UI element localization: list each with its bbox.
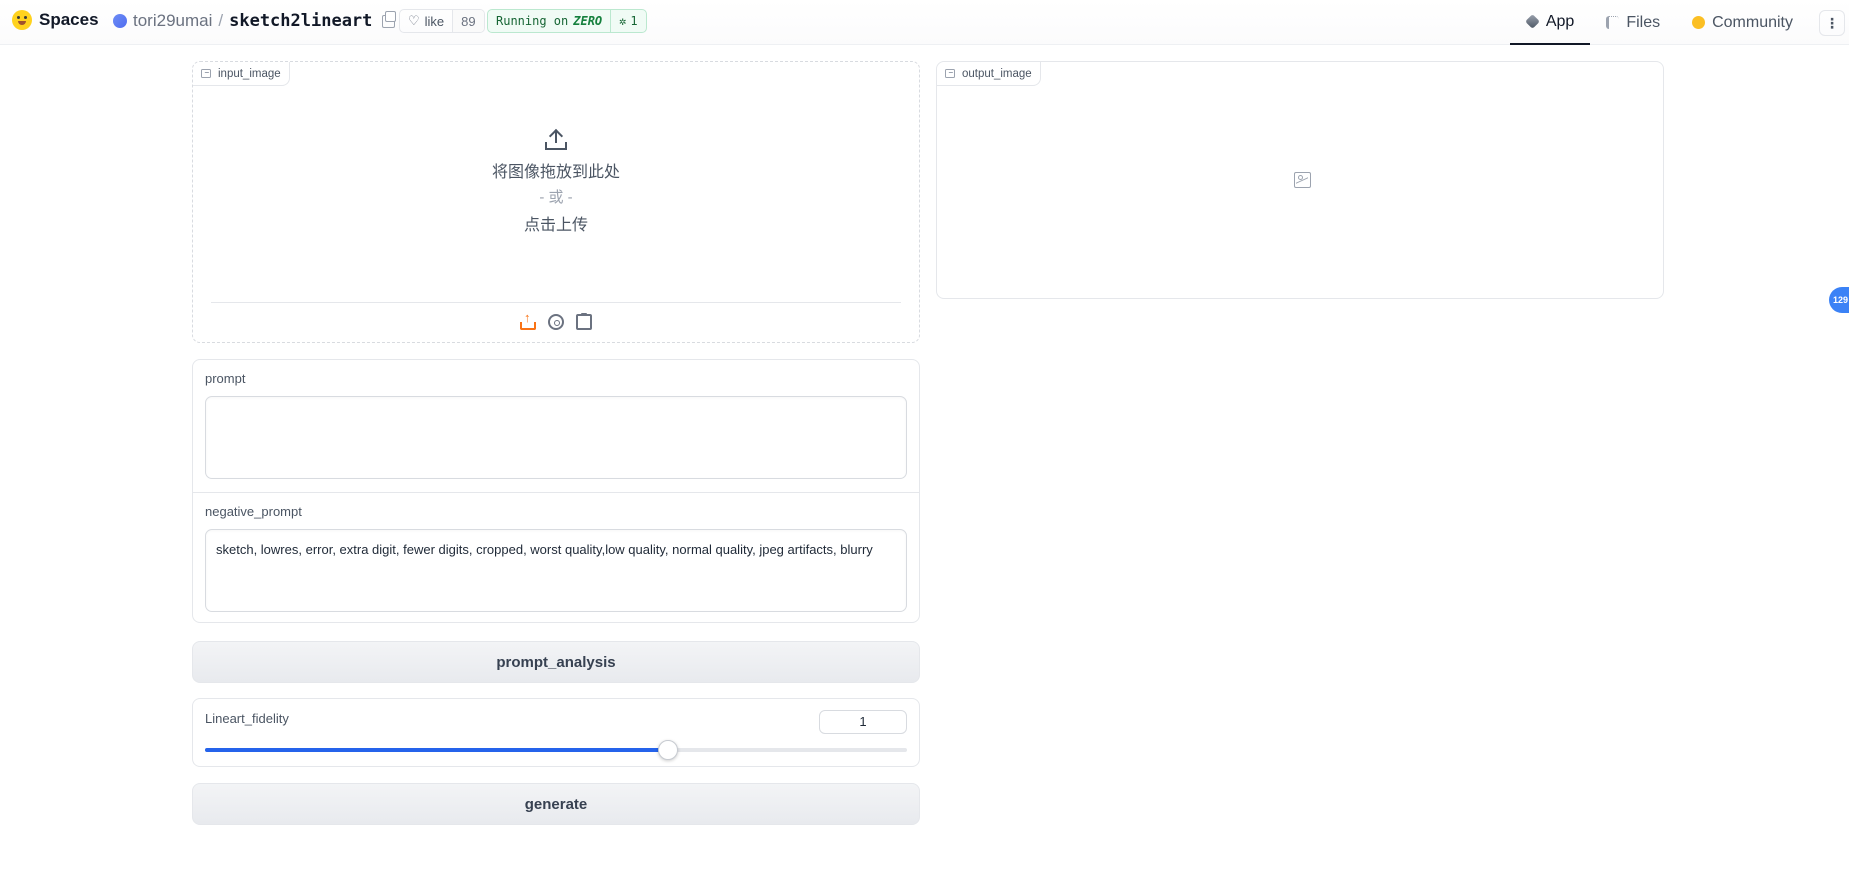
tab-app[interactable]: App xyxy=(1509,0,1591,45)
clipboard-source-icon[interactable] xyxy=(576,312,592,330)
tab-community[interactable]: Community xyxy=(1676,0,1809,45)
prompt-field: prompt xyxy=(205,371,907,479)
image-source-selector xyxy=(211,302,901,340)
slider-label: Lineart_fidelity xyxy=(205,711,289,726)
like-count[interactable]: 89 xyxy=(452,10,484,32)
field-divider xyxy=(193,492,919,493)
prompt-label: prompt xyxy=(205,371,246,386)
drop-instruction: 将图像拖放到此处 xyxy=(491,164,620,181)
lineart-fidelity-slider-block: Lineart_fidelity 1 xyxy=(192,698,920,767)
breadcrumb: tori29umai / sketch2lineart xyxy=(113,10,397,31)
tab-app-label: App xyxy=(1545,12,1575,30)
copy-icon[interactable] xyxy=(382,10,397,28)
negative-prompt-label: negative_prompt xyxy=(205,504,302,519)
running-hardware: ZERO xyxy=(573,14,603,28)
upload-icon xyxy=(545,128,567,150)
slider-thumb[interactable] xyxy=(658,740,679,760)
input-image-label: input_image xyxy=(218,67,281,80)
tab-files-label: Files xyxy=(1626,13,1661,31)
negative-prompt-textarea[interactable]: sketch, lowres, error, extra digit, fewe… xyxy=(205,529,907,612)
kebab-menu-icon: ⋮ xyxy=(1825,14,1839,31)
prompt-textarea[interactable] xyxy=(205,396,907,479)
side-notification-badge[interactable]: 129 xyxy=(1829,287,1849,313)
output-image-panel: output_image xyxy=(936,61,1664,299)
slider-number-input[interactable]: 1 xyxy=(819,710,907,734)
slider-track[interactable] xyxy=(205,740,907,760)
tab-files[interactable]: Files xyxy=(1590,0,1676,45)
webcam-source-icon[interactable] xyxy=(548,313,564,330)
like-label: like xyxy=(424,13,445,29)
slider-track-fill xyxy=(205,748,669,752)
huggingface-logo-icon xyxy=(12,10,32,30)
zero-gpu-icon: ✲ xyxy=(619,14,627,28)
owner-link[interactable]: tori29umai xyxy=(133,11,212,31)
upload-area[interactable]: 将图像拖放到此处 - 或 - 点击上传 xyxy=(193,102,919,235)
owner-avatar[interactable] xyxy=(113,14,127,28)
files-icon xyxy=(1606,16,1620,29)
top-bar: Spaces tori29umai / sketch2lineart ♡ lik… xyxy=(0,0,1849,45)
space-nav: App Files Community xyxy=(1509,0,1809,45)
output-image-label: output_image xyxy=(962,67,1032,80)
generate-button[interactable]: generate xyxy=(192,783,920,825)
image-icon xyxy=(201,69,211,78)
input-image-label-tag: input_image xyxy=(193,62,290,86)
tab-community-label: Community xyxy=(1712,13,1793,31)
empty-image-placeholder-icon xyxy=(1294,172,1311,188)
brand-label: Spaces xyxy=(39,10,99,29)
like-widget: ♡ like 89 xyxy=(399,9,485,33)
breadcrumb-separator: / xyxy=(218,11,224,30)
input-image-dropzone[interactable]: input_image 将图像拖放到此处 - 或 - 点击上传 xyxy=(192,61,920,343)
negative-prompt-field: negative_prompt sketch, lowres, error, e… xyxy=(205,504,907,612)
running-prefix: Running on xyxy=(496,14,569,28)
upload-source-icon[interactable] xyxy=(520,310,536,330)
prompt-group: prompt negative_prompt sketch, lowres, e… xyxy=(192,359,920,623)
like-button[interactable]: ♡ like xyxy=(400,10,452,32)
app-cube-icon xyxy=(1524,14,1540,29)
runtime-status-badge[interactable]: Running on ZERO ✲ 1 xyxy=(487,9,647,33)
output-image-label-tag: output_image xyxy=(937,62,1041,86)
space-name-link[interactable]: sketch2lineart xyxy=(229,11,372,31)
spaces-home-link[interactable]: Spaces xyxy=(12,10,99,30)
hardware-count-value: 1 xyxy=(630,14,638,28)
running-status: Running on ZERO xyxy=(488,10,610,32)
or-separator: - 或 - xyxy=(539,189,573,206)
prompt-analysis-button[interactable]: prompt_analysis xyxy=(192,641,920,683)
image-icon xyxy=(945,69,955,78)
more-options-button[interactable]: ⋮ xyxy=(1819,10,1845,36)
click-upload-text: 点击上传 xyxy=(523,217,588,234)
heart-icon: ♡ xyxy=(408,13,420,28)
community-icon xyxy=(1692,16,1706,29)
hardware-count: ✲ 1 xyxy=(610,10,645,32)
